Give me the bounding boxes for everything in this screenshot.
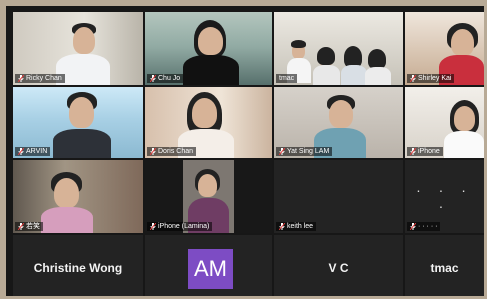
- participant-face: [54, 178, 79, 208]
- participant-tile[interactable]: AM: [145, 235, 272, 296]
- participant-display-name: tmac: [430, 261, 459, 275]
- participant-face: [192, 98, 217, 128]
- muted-mic-icon: [150, 148, 156, 155]
- participant-name: Chu Jo: [147, 74, 184, 83]
- participant-name: ARVIN: [15, 147, 51, 156]
- participant-tile[interactable]: Christine Wong: [13, 235, 143, 296]
- participant-name: Yat Sing LAM: [276, 147, 333, 156]
- participant-tile[interactable]: 若笑: [13, 160, 143, 233]
- participant-tile[interactable]: Ricky Chan: [13, 12, 143, 85]
- participant-tile[interactable]: V C: [274, 235, 403, 296]
- avatar: AM: [188, 249, 233, 289]
- participant-tile[interactable]: Chu Jo: [145, 12, 272, 85]
- participant-hair: [368, 49, 386, 69]
- participant-hair: [291, 40, 306, 48]
- participant-tile[interactable]: iPhone (Lamina): [145, 160, 272, 233]
- participant-tile[interactable]: Shirley Kai: [405, 12, 484, 85]
- participant-display-name: Christine Wong: [33, 261, 123, 275]
- muted-mic-icon: [18, 148, 24, 155]
- participant-name: iPhone (Lamina): [147, 222, 213, 231]
- participant-body: [365, 67, 391, 85]
- participant-face: [73, 27, 95, 54]
- participant-face: [329, 100, 353, 128]
- participant-name: Shirley Kai: [407, 74, 455, 83]
- muted-mic-icon: [410, 223, 416, 230]
- participant-tile[interactable]: · · · · · · · · ·: [405, 160, 484, 233]
- participant-body: [183, 55, 239, 85]
- participant-tile[interactable]: iPhone: [405, 87, 484, 158]
- participant-name: 若笑: [15, 222, 43, 231]
- participant-face: [198, 27, 223, 55]
- participant-name: Doris Chan: [147, 147, 197, 156]
- muted-mic-icon: [18, 223, 24, 230]
- muted-mic-icon: [18, 75, 24, 82]
- participant-name: · · · · ·: [407, 222, 441, 231]
- muted-mic-icon: [150, 75, 156, 82]
- participant-body: [444, 131, 484, 158]
- participant-face: [69, 97, 94, 128]
- participant-face: [198, 174, 217, 197]
- participant-body: [341, 65, 367, 85]
- participant-tile[interactable]: keith lee: [274, 160, 403, 233]
- muted-mic-icon: [279, 148, 285, 155]
- participant-body: [53, 129, 111, 158]
- participant-name: Ricky Chan: [15, 74, 65, 83]
- participant-tile[interactable]: Doris Chan: [145, 87, 272, 158]
- participant-body: [41, 207, 93, 233]
- placeholder-dots: · · · ·: [416, 182, 473, 214]
- video-grid: Ricky Chan Chu Jo tmac Shirley Kai ARVIN…: [6, 6, 484, 296]
- participant-name: iPhone: [407, 147, 443, 156]
- muted-mic-icon: [279, 223, 285, 230]
- participant-name: tmac: [276, 74, 298, 83]
- participant-hair: [317, 47, 335, 65]
- participant-body: [313, 65, 340, 85]
- muted-mic-icon: [410, 148, 416, 155]
- participant-name: keith lee: [276, 222, 317, 231]
- participant-display-name: V C: [328, 261, 349, 275]
- participant-tile[interactable]: Yat Sing LAM: [274, 87, 403, 158]
- active-speaker-tile[interactable]: tmac: [274, 12, 403, 85]
- participant-face: [454, 106, 475, 131]
- participant-tile[interactable]: ARVIN: [13, 87, 143, 158]
- participant-tile[interactable]: tmac: [405, 235, 484, 296]
- muted-mic-icon: [410, 75, 416, 82]
- participant-face: [451, 29, 474, 56]
- muted-mic-icon: [150, 223, 156, 230]
